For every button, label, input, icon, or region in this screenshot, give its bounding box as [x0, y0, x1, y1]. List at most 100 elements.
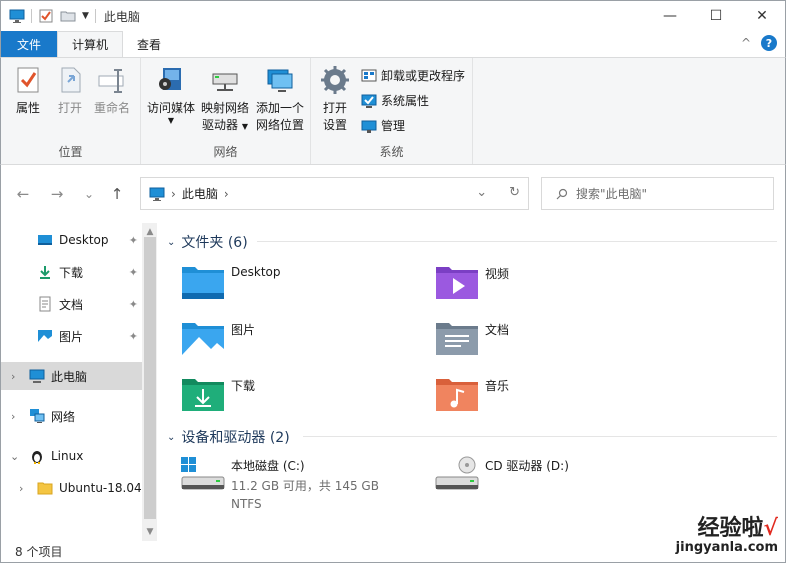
folder-name: 文档 — [485, 323, 510, 337]
properties-button[interactable]: 属性 — [5, 64, 51, 117]
collapse-chevron-icon[interactable]: ⌄ — [10, 450, 19, 463]
recent-locations-button[interactable]: ⌄ — [79, 184, 99, 204]
drive-d[interactable]: CD 驱动器 (D:) — [435, 455, 569, 493]
maximize-button[interactable]: ☐ — [693, 1, 739, 31]
uninstall-programs-button[interactable]: 卸载或更改程序 — [361, 67, 465, 84]
ribbon: 属性 打开 重命名 位置 访问媒体 ▼ 映射网络 驱动器 ▼ 添加一个 网络位置… — [0, 57, 786, 165]
folder-documents[interactable]: 文档 — [435, 319, 509, 357]
computer-icon[interactable] — [9, 8, 25, 24]
scroll-up-icon[interactable]: ▲ — [142, 227, 158, 237]
drive-c[interactable]: 本地磁盘 (C:) 11.2 GB 可用，共 145 GB NTFS — [181, 455, 379, 511]
media-icon — [159, 68, 181, 90]
pictures-folder-icon — [182, 323, 224, 355]
tab-view[interactable]: 查看 — [123, 31, 175, 57]
new-folder-icon[interactable] — [60, 8, 76, 24]
scroll-thumb[interactable] — [144, 237, 156, 519]
help-button[interactable]: ? — [761, 35, 777, 51]
group-location: 属性 打开 重命名 位置 — [1, 58, 141, 164]
refresh-button[interactable]: ↻ — [509, 185, 520, 200]
navigation-pane: Desktop ✦ 下载 ✦ 文档 ✦ 图片 ✦ › 此电脑 › 网络 ⌄ Li… — [0, 223, 158, 541]
section-divider — [303, 436, 777, 437]
folder-videos[interactable]: 视频 — [435, 263, 509, 301]
search-box[interactable]: 搜索"此电脑" — [541, 177, 774, 210]
title-bar: ▼ 此电脑 — ☐ ✕ — [0, 0, 786, 31]
sidebar-item-downloads[interactable]: 下载 ✦ — [1, 258, 142, 286]
add-network-location-button[interactable]: 添加一个 网络位置 — [253, 64, 307, 134]
close-button[interactable]: ✕ — [739, 1, 785, 31]
expand-chevron-icon[interactable]: › — [19, 482, 23, 495]
sidebar-item-desktop[interactable]: Desktop ✦ — [1, 226, 142, 254]
up-button[interactable]: ↑ — [107, 184, 127, 204]
watermark: 经验啦√ jingyanla.com — [676, 510, 778, 555]
add-network-location-label-1: 添加一个 — [255, 101, 304, 115]
system-properties-button[interactable]: 系统属性 — [361, 92, 429, 109]
add-network-location-label-2: 网络位置 — [255, 118, 304, 132]
section-divider — [257, 241, 777, 242]
customize-toolbar-icon[interactable]: ▼ — [82, 11, 89, 21]
pin-icon: ✦ — [128, 265, 138, 279]
manage-icon — [361, 120, 377, 133]
breadcrumb-separator[interactable]: › — [224, 187, 229, 201]
drive-name: 本地磁盘 (C:) — [231, 459, 305, 473]
collapse-ribbon-button[interactable]: ^ — [741, 36, 751, 50]
picture-icon — [38, 330, 52, 342]
breadcrumb-separator[interactable]: › — [171, 187, 176, 201]
tab-computer[interactable]: 计算机 — [57, 31, 124, 57]
drives-section-header[interactable]: ⌄ 设备和驱动器 (2) — [167, 427, 290, 447]
watermark-url: jingyanla.com — [675, 540, 778, 555]
access-media-button[interactable]: 访问媒体 ▼ — [145, 64, 197, 125]
group-system-label: 系统 — [379, 145, 404, 159]
folder-downloads[interactable]: 下载 — [181, 375, 255, 413]
open-settings-label-1: 打开 — [322, 101, 347, 115]
open-settings-button[interactable]: 打开 设置 — [313, 64, 357, 134]
ribbon-tabs: 文件 计算机 查看 ^ ? — [0, 31, 786, 57]
network-icon — [30, 409, 45, 423]
minimize-button[interactable]: — — [647, 1, 693, 31]
rename-label: 重命名 — [93, 101, 130, 115]
breadcrumb-this-pc[interactable]: 此电脑 — [182, 185, 218, 202]
watermark-check: √ — [763, 515, 778, 541]
sidebar-item-this-pc[interactable]: › 此电脑 — [1, 362, 142, 390]
cd-drive-icon — [435, 456, 479, 490]
system-properties-icon — [361, 94, 377, 108]
folder-music[interactable]: 音乐 — [435, 375, 509, 413]
group-location-label: 位置 — [58, 145, 83, 159]
properties-icon — [17, 67, 39, 93]
sidebar-item-documents[interactable]: 文档 ✦ — [1, 290, 142, 318]
address-dropdown-button[interactable]: ⌄ — [476, 185, 487, 200]
network-location-icon — [267, 69, 293, 92]
sidebar-item-ubuntu[interactable]: › Ubuntu-18.04 — [1, 474, 142, 502]
sidebar-item-linux[interactable]: ⌄ Linux — [1, 442, 142, 470]
properties-check-icon[interactable] — [38, 8, 54, 24]
window-controls: — ☐ ✕ — [647, 1, 785, 31]
open-button[interactable]: 打开 — [47, 64, 93, 117]
forward-button[interactable]: → — [47, 184, 67, 204]
rename-button[interactable]: 重命名 — [89, 64, 135, 117]
folder-desktop[interactable]: Desktop — [181, 263, 281, 301]
back-button[interactable]: ← — [13, 184, 33, 204]
uninstall-programs-label: 卸载或更改程序 — [381, 69, 466, 83]
toolbar-separator — [31, 9, 32, 23]
manage-button[interactable]: 管理 — [361, 117, 405, 134]
rename-icon — [98, 69, 124, 93]
folder-pictures[interactable]: 图片 — [181, 319, 255, 357]
drive-name: CD 驱动器 (D:) — [485, 459, 569, 473]
expand-chevron-icon[interactable]: › — [11, 370, 15, 383]
sidebar-item-network[interactable]: › 网络 — [1, 402, 142, 430]
scroll-down-icon[interactable]: ▼ — [142, 527, 158, 537]
sidebar-item-label: 图片 — [59, 329, 84, 344]
folders-section-header[interactable]: ⌄ 文件夹 (6) — [167, 232, 248, 252]
main-content: ⌄ 文件夹 (6) Desktop 视频 图片 文档 下载 音乐 ⌄ 设备和驱动… — [157, 223, 786, 541]
settings-gear-icon — [321, 66, 349, 94]
map-network-drive-button[interactable]: 映射网络 驱动器 ▼ — [199, 64, 251, 135]
group-system: 打开 设置 卸载或更改程序 系统属性 管理 系统 — [311, 58, 473, 164]
address-bar[interactable]: › 此电脑 › ⌄ ↻ — [140, 177, 529, 210]
pin-icon: ✦ — [128, 233, 138, 247]
tab-file[interactable]: 文件 — [1, 31, 58, 57]
network-drive-icon — [212, 73, 238, 91]
sidebar-item-pictures[interactable]: 图片 ✦ — [1, 322, 142, 350]
sidebar-scrollbar[interactable]: ▲ ▼ — [142, 223, 158, 541]
sidebar-item-label: Ubuntu-18.04 — [59, 481, 142, 495]
music-folder-icon — [436, 379, 478, 411]
expand-chevron-icon[interactable]: › — [11, 410, 15, 423]
